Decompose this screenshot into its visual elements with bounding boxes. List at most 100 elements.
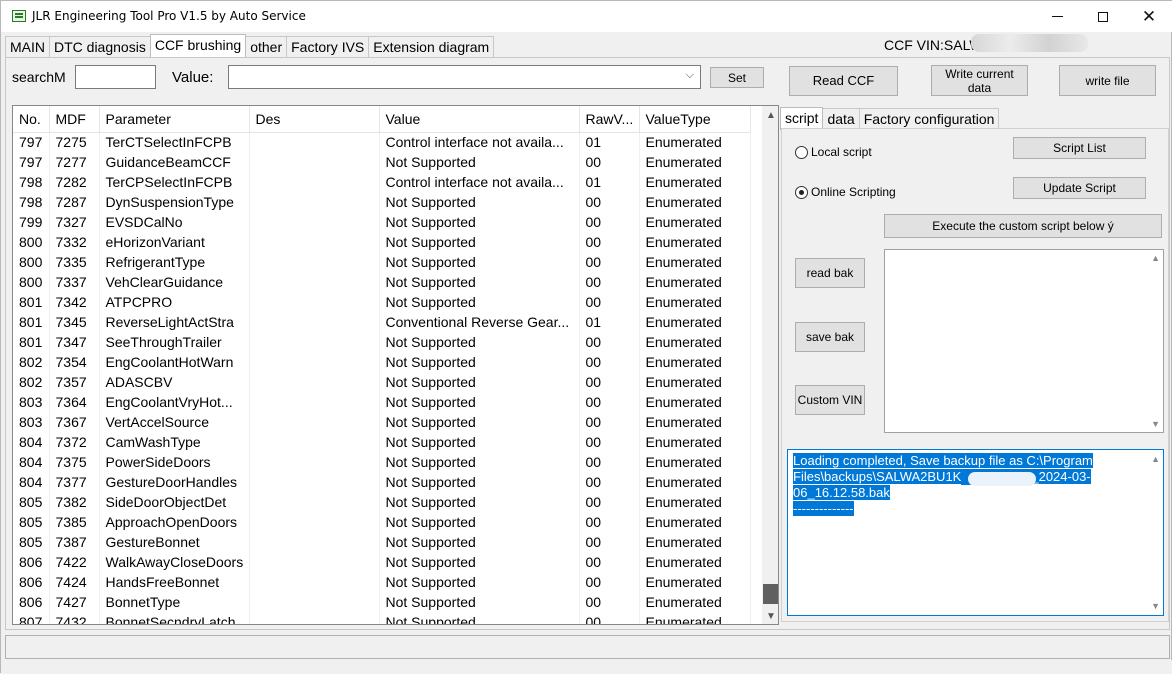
cell-mdf[interactable]: 7337 xyxy=(49,272,100,292)
cell-parameter[interactable]: EVSDCalNo xyxy=(99,212,250,232)
cell-value[interactable]: Not Supported xyxy=(379,452,580,472)
cell-no[interactable]: 805 xyxy=(13,492,50,512)
cell-des[interactable] xyxy=(249,472,380,492)
cell-parameter[interactable]: GestureDoorHandles xyxy=(99,472,250,492)
chevron-up-icon[interactable]: ▲ xyxy=(1151,454,1160,464)
tab-extension-diagram[interactable]: Extension diagram xyxy=(368,36,495,57)
cell-no[interactable]: 798 xyxy=(13,172,50,192)
custom-script-textarea[interactable]: ▲ ▼ xyxy=(884,249,1164,433)
table-row[interactable]: 798 7282 TerCPSelectInFCPB Control interfac… xyxy=(13,172,751,192)
cell-rawvalue[interactable]: 00 xyxy=(579,572,640,592)
cell-mdf[interactable]: 7424 xyxy=(49,572,100,592)
cell-rawvalue[interactable]: 00 xyxy=(579,472,640,492)
cell-mdf[interactable]: 7422 xyxy=(49,552,100,572)
cell-value[interactable]: Not Supported xyxy=(379,292,580,312)
cell-rawvalue[interactable]: 00 xyxy=(579,292,640,312)
cell-mdf[interactable]: 7367 xyxy=(49,412,100,432)
cell-rawvalue[interactable]: 00 xyxy=(579,392,640,412)
set-button[interactable]: Set xyxy=(710,67,764,88)
tab-other[interactable]: other xyxy=(245,36,288,57)
cell-mdf[interactable]: 7387 xyxy=(49,532,100,552)
cell-mdf[interactable]: 7375 xyxy=(49,452,100,472)
cell-rawvalue[interactable]: 00 xyxy=(579,372,640,392)
table-row[interactable]: 797 7275 TerCTSelectInFCPB Control interfac… xyxy=(13,132,751,152)
col-header-parameter[interactable]: Parameter xyxy=(99,106,250,133)
cell-mdf[interactable]: 7432 xyxy=(49,612,100,624)
cell-des[interactable] xyxy=(249,332,380,352)
cell-value[interactable]: Not Supported xyxy=(379,532,580,552)
cell-valuetype[interactable]: Enumerated xyxy=(639,152,751,172)
tab-ccf-brushing[interactable]: CCF brushing xyxy=(149,34,247,58)
cell-des[interactable] xyxy=(249,232,380,252)
cell-no[interactable]: 798 xyxy=(13,192,50,212)
cell-no[interactable]: 802 xyxy=(13,352,50,372)
cell-des[interactable] xyxy=(249,492,380,512)
cell-parameter[interactable]: HandsFreeBonnet xyxy=(99,572,250,592)
cell-mdf[interactable]: 7327 xyxy=(49,212,100,232)
search-input[interactable] xyxy=(75,65,156,89)
table-row[interactable]: 805 7387 GestureBonnet Not Supported 00 Enume… xyxy=(13,532,751,552)
cell-no[interactable]: 797 xyxy=(13,132,50,152)
table-row[interactable]: 803 7364 EngCoolantVryHot... Not Supported 0… xyxy=(13,392,751,412)
cell-valuetype[interactable]: Enumerated xyxy=(639,172,751,192)
scroll-thumb[interactable] xyxy=(763,584,778,604)
cell-value[interactable]: Not Supported xyxy=(379,272,580,292)
cell-rawvalue[interactable]: 00 xyxy=(579,352,640,372)
cell-rawvalue[interactable]: 01 xyxy=(579,132,640,152)
cell-mdf[interactable]: 7335 xyxy=(49,252,100,272)
table-row[interactable]: 800 7337 VehClearGuidance Not Supported 00 En… xyxy=(13,272,751,292)
cell-value[interactable]: Not Supported xyxy=(379,592,580,612)
cell-des[interactable] xyxy=(249,412,380,432)
cell-parameter[interactable]: WalkAwayCloseDoors xyxy=(99,552,250,572)
cell-rawvalue[interactable]: 00 xyxy=(579,332,640,352)
cell-mdf[interactable]: 7364 xyxy=(49,392,100,412)
cell-des[interactable] xyxy=(249,172,380,192)
table-row[interactable]: 802 7354 EngCoolantHotWarn Not Supported 00 E… xyxy=(13,352,751,372)
cell-valuetype[interactable]: Enumerated xyxy=(639,532,751,552)
cell-no[interactable]: 800 xyxy=(13,252,50,272)
cell-valuetype[interactable]: Enumerated xyxy=(639,612,751,624)
cell-no[interactable]: 802 xyxy=(13,372,50,392)
save-bak-button[interactable]: save bak xyxy=(795,322,865,352)
cell-rawvalue[interactable]: 01 xyxy=(579,312,640,332)
cell-parameter[interactable]: SeeThroughTrailer xyxy=(99,332,250,352)
cell-no[interactable]: 801 xyxy=(13,292,50,312)
cell-no[interactable]: 805 xyxy=(13,532,50,552)
cell-value[interactable]: Control interface not availa... xyxy=(379,172,580,192)
cell-valuetype[interactable]: Enumerated xyxy=(639,192,751,212)
cell-rawvalue[interactable]: 00 xyxy=(579,212,640,232)
cell-des[interactable] xyxy=(249,152,380,172)
cell-rawvalue[interactable]: 00 xyxy=(579,432,640,452)
cell-parameter[interactable]: RefrigerantType xyxy=(99,252,250,272)
cell-value[interactable]: Not Supported xyxy=(379,352,580,372)
scroll-up-icon[interactable]: ▲ xyxy=(766,110,776,121)
cell-mdf[interactable]: 7385 xyxy=(49,512,100,532)
cell-no[interactable]: 801 xyxy=(13,312,50,332)
cell-value[interactable]: Not Supported xyxy=(379,232,580,252)
cell-des[interactable] xyxy=(249,352,380,372)
cell-parameter[interactable]: GestureBonnet xyxy=(99,532,250,552)
table-row[interactable]: 801 7347 SeeThroughTrailer Not Supported 00 E… xyxy=(13,332,751,352)
cell-rawvalue[interactable]: 00 xyxy=(579,552,640,572)
cell-no[interactable]: 806 xyxy=(13,552,50,572)
cell-des[interactable] xyxy=(249,512,380,532)
cell-des[interactable] xyxy=(249,592,380,612)
cell-no[interactable]: 799 xyxy=(13,212,50,232)
cell-mdf[interactable]: 7372 xyxy=(49,432,100,452)
cell-rawvalue[interactable]: 00 xyxy=(579,252,640,272)
cell-mdf[interactable]: 7342 xyxy=(49,292,100,312)
cell-value[interactable]: Not Supported xyxy=(379,332,580,352)
cell-mdf[interactable]: 7345 xyxy=(49,312,100,332)
cell-value[interactable]: Control interface not availa... xyxy=(379,132,580,152)
cell-parameter[interactable]: BonnetSecndryLatch xyxy=(99,612,250,624)
table-row[interactable]: 802 7357 ADASCBV Not Supported 00 Enumerated xyxy=(13,372,751,392)
cell-mdf[interactable]: 7377 xyxy=(49,472,100,492)
cell-parameter[interactable]: TerCTSelectInFCPB xyxy=(99,132,250,152)
cell-parameter[interactable]: SideDoorObjectDet xyxy=(99,492,250,512)
cell-valuetype[interactable]: Enumerated xyxy=(639,412,751,432)
log-output[interactable]: Loading completed, Save backup file as C… xyxy=(787,449,1164,616)
cell-rawvalue[interactable]: 00 xyxy=(579,412,640,432)
cell-parameter[interactable]: DynSuspensionType xyxy=(99,192,250,212)
tab-dtc-diagnosis[interactable]: DTC diagnosis xyxy=(49,36,151,57)
table-row[interactable]: 801 7342 ATPCPRO Not Supported 00 Enumerated xyxy=(13,292,751,312)
